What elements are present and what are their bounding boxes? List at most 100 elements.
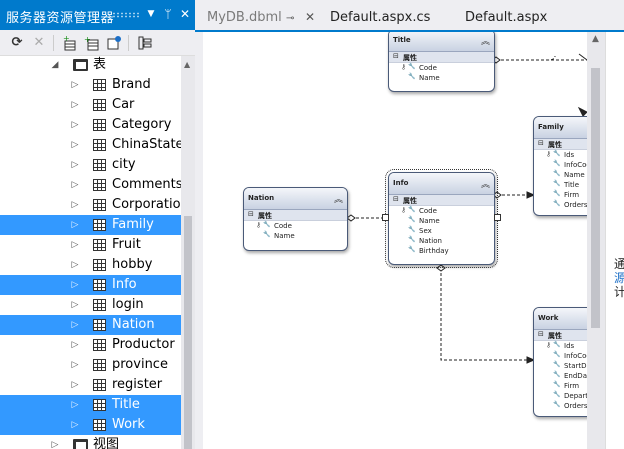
collapsed-arrow-icon[interactable]: ▷ [70,398,80,412]
collapsed-arrow-icon[interactable]: ▷ [70,178,80,192]
tree-item-table[interactable]: ▷ Fruit [0,235,181,255]
entity-property[interactable]: 🔧 Firm [534,381,587,391]
dbml-designer-canvas[interactable]: Title︽⊟属性⚷🔧Code🔧Name Family︽⊟属性⚷🔧Ids🔧Inf… [203,32,587,449]
entity-section[interactable]: ⊟ 属性 [534,330,587,341]
tree-item-table[interactable]: ▷ Productor [0,335,181,355]
collapsed-arrow-icon[interactable]: ▷ [50,438,60,449]
scrollbar-thumb[interactable] [184,216,192,449]
section-collapse-icon[interactable]: ⊟ [393,195,399,203]
collapsed-arrow-icon[interactable]: ▷ [70,98,80,112]
selection-handle[interactable] [382,214,389,221]
entity-property[interactable]: 🔧 Sex [389,226,494,236]
collapsed-arrow-icon[interactable]: ▷ [70,298,80,312]
entity-property[interactable]: 🔧 Name [534,170,587,180]
entity-title[interactable]: Title ︽ ⊟ 属性 ⚷ 🔧 Code 🔧 Name [388,32,495,92]
entity-property[interactable]: 🔧 Name [389,216,494,226]
collapse-icon[interactable]: ︽ [334,192,343,205]
collapse-icon[interactable]: ︽ [481,34,490,47]
stop-icon[interactable]: ✕ [31,35,47,51]
dropdown-icon[interactable]: ▼ [144,6,158,22]
entity-property[interactable]: 🔧 Firm [534,190,587,200]
entity-property[interactable]: 🔧 Birthday [389,246,494,256]
tree-item-table[interactable]: ▷ register [0,375,181,395]
tree-item-table[interactable]: ▷ province [0,355,181,375]
designer-scrollbar[interactable]: ▲ [587,32,605,449]
scroll-up-icon[interactable]: ▲ [184,60,190,69]
section-collapse-icon[interactable]: ⊟ [248,210,254,218]
entity-property[interactable]: ⚷ 🔧 Code [389,63,494,73]
tree-item-table[interactable]: ▷ ChinaStates [0,135,181,155]
entity-info[interactable]: Info ︽ ⊟ 属性 ⚷ 🔧 Code 🔧 Name 🔧 Sex 🔧 Nation 🔧 Birthday [385,169,498,268]
tab-document[interactable]: Default.aspx [465,0,555,30]
collapsed-arrow-icon[interactable]: ▷ [70,118,80,132]
entity-property[interactable]: 🔧EndDate [534,371,587,381]
tree-node-views[interactable]: ▷ 视图 [0,435,181,449]
connect-database-icon[interactable]: + [62,34,78,51]
entity-property[interactable]: 🔧 Orders [534,401,587,411]
tab-document[interactable]: Default.aspx.cs [330,0,465,30]
entity-property[interactable]: ⚷ 🔧 Code [244,221,347,231]
collapsed-arrow-icon[interactable]: ▷ [70,138,80,152]
section-collapse-icon[interactable]: ⊟ [538,139,544,147]
collapsed-arrow-icon[interactable]: ▷ [70,358,80,372]
tree-node-tables[interactable]: ◢ 表 [0,56,181,75]
tree-item-table[interactable]: ▷ city [0,155,181,175]
collapsed-arrow-icon[interactable]: ▷ [70,258,80,272]
selection-handle[interactable] [494,214,501,221]
entity-header[interactable]: Title ︽ [389,32,494,52]
tree-item-table[interactable]: ▷ Corporation [0,195,181,215]
refresh-icon[interactable]: ⟳ [9,35,25,51]
explorer-scrollbar[interactable]: ▲ [181,56,195,449]
entity-property[interactable]: ⚷ 🔧 Ids [534,341,587,351]
tree-item-table[interactable]: ▷ Category [0,115,181,135]
pin-icon[interactable]: ⊸ [286,11,294,27]
tree-item-table[interactable]: ▷ Info [0,275,181,295]
entity-section[interactable]: ⊟ 属性 [389,52,494,63]
scrollbar-thumb[interactable] [591,68,600,328]
entity-header[interactable]: Info ︽ [389,173,494,195]
entity-header[interactable]: Work︽ [534,308,587,330]
entity-property[interactable]: 🔧 Name [244,231,347,241]
tree-item-table[interactable]: ▷ Comments [0,175,181,195]
tree-item-table[interactable]: ▷ Title [0,395,181,415]
drag-grip[interactable] [112,12,140,18]
tree-item-table[interactable]: ▷ Nation [0,315,181,335]
entity-section[interactable]: ⊟ 属性 [389,195,494,206]
sharepoint-icon[interactable] [106,35,122,51]
collapsed-arrow-icon[interactable]: ▷ [70,158,80,172]
pin-icon[interactable]: ᛘ [161,6,175,22]
entity-property[interactable]: 🔧InfoCode [534,351,587,361]
collapsed-arrow-icon[interactable]: ▷ [70,318,80,332]
entity-property[interactable]: 🔧 Depart [534,391,587,401]
entity-header[interactable]: Family︽ [534,117,587,139]
collapsed-arrow-icon[interactable]: ▷ [70,418,80,432]
entity-family[interactable]: Family︽⊟属性⚷🔧Ids🔧InfoCode🔧Name🔧Title🔧Firm… [533,116,587,216]
entity-section[interactable]: ⊟ 属性 [534,139,587,150]
section-collapse-icon[interactable]: ⊟ [538,330,544,338]
entity-work[interactable]: Work︽⊟属性⚷🔧Ids🔧InfoCode🔧StartDate🔧EndDate… [533,307,587,417]
entity-property[interactable]: 🔧 Name [389,73,494,83]
connect-server-icon[interactable]: + [84,35,100,51]
entity-property[interactable]: ⚷ 🔧 Code [389,206,494,216]
entity-property[interactable]: ⚷ 🔧 Ids [534,150,587,160]
tab-document[interactable]: MyDB.dbml ⊸ ✕ [195,0,330,30]
tree-item-table[interactable]: ▷ Family [0,215,181,235]
collapsed-arrow-icon[interactable]: ▷ [70,238,80,252]
tree-item-table[interactable]: ▷ hobby [0,255,181,275]
entity-property[interactable]: 🔧InfoCode [534,160,587,170]
section-collapse-icon[interactable]: ⊟ [393,52,399,60]
collapsed-arrow-icon[interactable]: ▷ [70,218,80,232]
entity-property[interactable]: 🔧 Orders [534,200,587,210]
collapsed-arrow-icon[interactable]: ▷ [70,338,80,352]
tree-item-table[interactable]: ▷ Work [0,415,181,435]
expanded-arrow-icon[interactable]: ◢ [50,58,60,72]
entity-property[interactable]: 🔧 Title [534,180,587,190]
collapsed-arrow-icon[interactable]: ▷ [70,78,80,92]
tree-item-table[interactable]: ▷ Brand [0,75,181,95]
close-icon[interactable]: ✕ [305,9,315,25]
entity-nation[interactable]: Nation ︽ ⊟ 属性 ⚷ 🔧 Code 🔧 Name [243,187,348,251]
collapsed-arrow-icon[interactable]: ▷ [70,278,80,292]
collapse-icon[interactable]: ︽ [481,177,490,190]
scroll-up-icon[interactable]: ▲ [592,34,599,44]
entity-property[interactable]: 🔧StartDate [534,361,587,371]
